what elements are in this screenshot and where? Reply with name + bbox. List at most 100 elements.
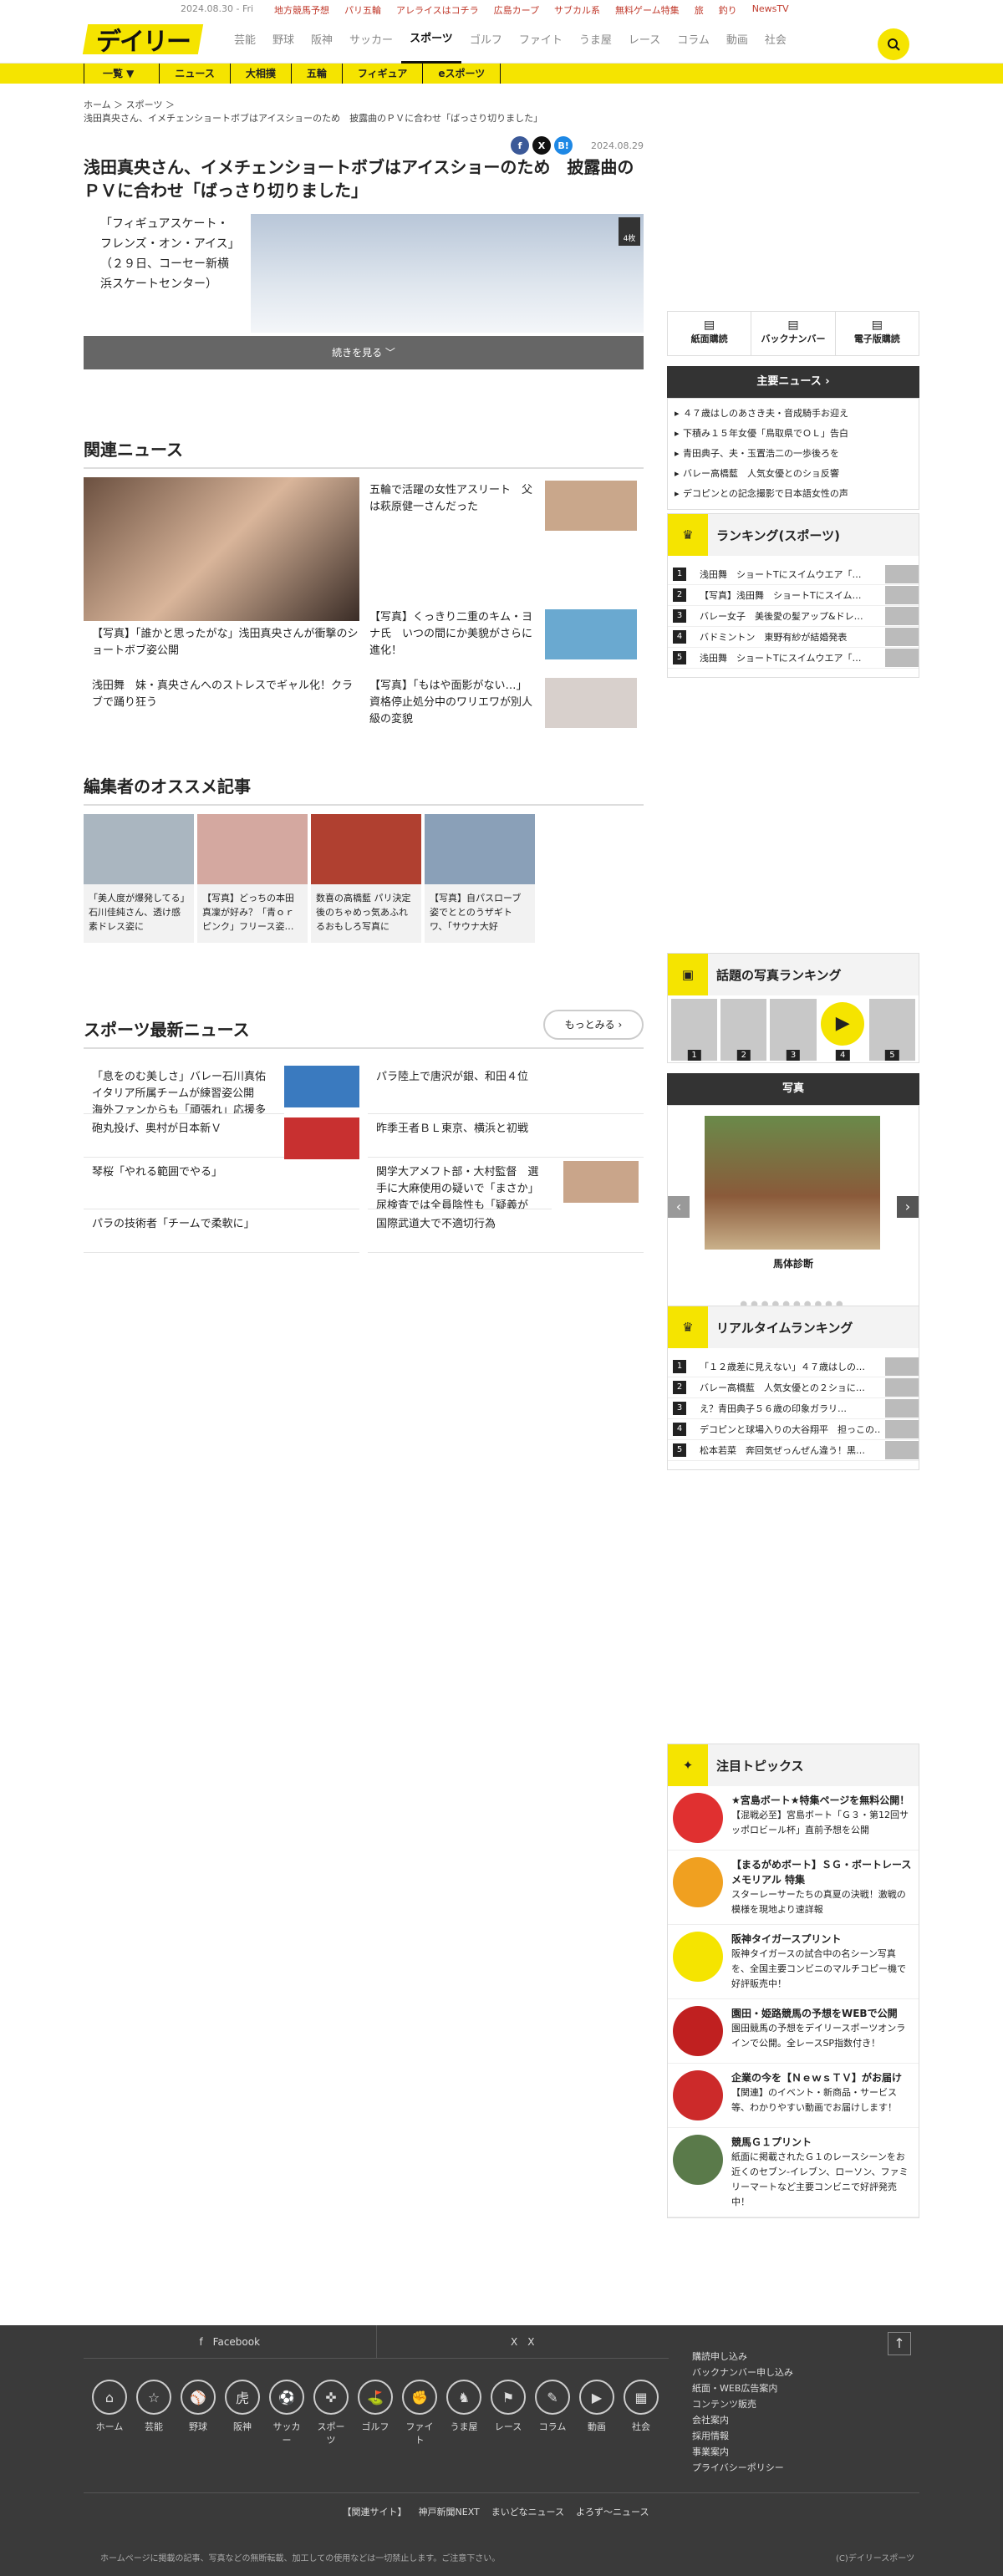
footer-nav-item[interactable]: ⌂ ホーム bbox=[92, 2380, 127, 2446]
news-item[interactable]: 「息をのむ美しさ」バレー石川真佑 イタリア所属チームが練習姿公開 海外ファンから… bbox=[84, 1062, 284, 1114]
related-site-link[interactable]: まいどなニュース bbox=[491, 2507, 564, 2517]
footer-link[interactable]: 採用情報 bbox=[692, 2428, 793, 2444]
main-news-item[interactable]: デコピンとの記念撮影で日本語女性の声 bbox=[668, 484, 919, 504]
news-item[interactable]: 砲丸投げ、奥村が日本新Ｖ bbox=[84, 1114, 284, 1158]
topic-item[interactable]: 企業の今を【ＮｅｗｓＴＶ】がお届け 【関連】のイベント・新商品・サービス等、わかり… bbox=[668, 2064, 919, 2128]
news-thumb[interactable] bbox=[284, 1066, 359, 1107]
nav-item[interactable]: レース bbox=[620, 18, 669, 64]
nav-item[interactable]: 動画 bbox=[718, 18, 756, 64]
main-news-item[interactable]: 下積み１５年女優「鳥取県でＯＬ」告白 bbox=[668, 424, 919, 444]
recommend-card[interactable]: 【写真】自パスローブ姿でととのうザギトワ、「サウナ大好 bbox=[425, 814, 535, 943]
related-item[interactable]: 【写真】くっきり二重のキム・ヨナ氏 いつの間にか美貌がさらに進化！ bbox=[369, 609, 537, 659]
news-item[interactable]: 琴桜「やれる範囲でやる」 bbox=[84, 1158, 359, 1209]
main-news-item[interactable]: バレー高橋藍 人気女優とのショ反響 bbox=[668, 464, 919, 484]
topic-item[interactable]: 競馬Ｇ１プリント 紙面に掲載されたＧ１のレースシーンをお近くのセブン-イレブン、ロ… bbox=[668, 2128, 919, 2217]
page-top-icon[interactable]: ↑ bbox=[888, 2332, 911, 2355]
ranking-item[interactable]: 3 バレー女子 美後愛の髪アップ&ドレ… bbox=[668, 606, 919, 627]
topic-item[interactable]: 阪神タイガースプリント 阪神タイガースの試合中の名シーン写真を、全国主要コンビニの… bbox=[668, 1925, 919, 1999]
subscribe-button[interactable]: ▤ 電子版購読 bbox=[834, 312, 919, 355]
related-thumb[interactable] bbox=[545, 678, 637, 728]
main-news-item[interactable]: 青田典子、夫・玉置浩二の一歩後ろを bbox=[668, 444, 919, 464]
nav-item[interactable]: コラム bbox=[669, 18, 718, 64]
footer-nav-item[interactable]: ▦ 社会 bbox=[624, 2380, 659, 2446]
site-logo[interactable]: デイリー bbox=[82, 24, 204, 57]
photo-rank-item[interactable]: 2 bbox=[720, 999, 767, 1061]
nav-item[interactable]: サッカー bbox=[341, 18, 401, 64]
top-link[interactable]: 旅 bbox=[695, 3, 704, 17]
related-site-link[interactable]: よろず〜ニュース bbox=[576, 2507, 649, 2517]
footer-nav-item[interactable]: ✜ スポーツ bbox=[313, 2380, 349, 2446]
nav-item[interactable]: 阪神 bbox=[303, 18, 341, 64]
recommend-card[interactable]: 【写真】どっちの本田真凜が好み？「青ｏｒピンク」フリース姿… bbox=[197, 814, 308, 943]
news-item[interactable]: 国際武道大で不適切行為 bbox=[368, 1209, 644, 1253]
top-link[interactable]: NewsTV bbox=[752, 3, 789, 17]
nav-item[interactable]: スポーツ bbox=[401, 18, 461, 64]
related-item[interactable]: 【写真】「誰かと思ったがな」浅田真央さんが衝撃のショートボブ姿公開 bbox=[92, 626, 359, 659]
related-item[interactable]: 【写真】「もはや面影がない…」資格停止処分中のワリエワが別人級の変貌 bbox=[369, 678, 537, 728]
read-more-button[interactable]: 続きを見る ﹀ bbox=[84, 336, 644, 369]
recommend-card[interactable]: 「美人度が爆発してる」石川佳純さん、透け感素ドレス姿に bbox=[84, 814, 194, 943]
breadcrumb-category[interactable]: スポーツ bbox=[126, 99, 163, 110]
article-photo[interactable]: 4枚 bbox=[251, 214, 644, 333]
footer-nav-item[interactable]: ☆ 芸能 bbox=[136, 2380, 171, 2446]
footer-link[interactable]: バックナンバー申し込み bbox=[692, 2365, 793, 2380]
footer-link[interactable]: プライバシーポリシー bbox=[692, 2460, 793, 2476]
top-link[interactable]: 無料ゲーム特集 bbox=[615, 3, 680, 17]
facebook-share-icon[interactable]: f bbox=[511, 136, 530, 155]
subscribe-button[interactable]: ▤ バックナンバー bbox=[751, 312, 834, 355]
x-link[interactable]: X X bbox=[375, 2325, 670, 2358]
related-thumb[interactable] bbox=[545, 481, 637, 531]
topic-item[interactable]: ★宮島ボート★特集ページを無料公開！ 【混戦必至】宮島ボート「Ｇ３・第12回サッポ… bbox=[668, 1786, 919, 1851]
top-link[interactable]: 広島カープ bbox=[494, 3, 539, 17]
ranking-item[interactable]: 2 【写真】浅田舞 ショートTにスイム… bbox=[668, 585, 919, 606]
footer-link[interactable]: 事業案内 bbox=[692, 2444, 793, 2460]
related-item[interactable]: 浅田舞 妹・真央さんへのストレスでギャル化！クラブで踊り狂う bbox=[92, 678, 359, 711]
news-item[interactable]: パラ陸上で唐沢が銀、和田４位 bbox=[368, 1062, 644, 1114]
top-link[interactable]: パリ五輪 bbox=[344, 3, 381, 17]
footer-nav-item[interactable]: ✊ ファイト bbox=[402, 2380, 437, 2446]
search-button[interactable] bbox=[878, 28, 909, 60]
photo-rank-item[interactable]: 1 bbox=[671, 999, 718, 1061]
top-link[interactable]: サブカル系 bbox=[554, 3, 600, 17]
topic-item[interactable]: 園田・姫路競馬の予想をWEBで公開 園田競馬の予想をデイリースポーツオンラインで公… bbox=[668, 1999, 919, 2064]
play-icon[interactable]: ▶ bbox=[821, 1002, 865, 1046]
footer-nav-item[interactable]: 虎阪神 bbox=[225, 2380, 260, 2446]
subnav-item[interactable]: 一覧 ▼ bbox=[84, 64, 159, 84]
subscribe-button[interactable]: ▤ 紙面購読 bbox=[668, 312, 751, 355]
footer-link[interactable]: 購読申し込み bbox=[692, 2349, 793, 2365]
footer-nav-item[interactable]: ⚽ サッカー bbox=[269, 2380, 304, 2446]
footer-link[interactable]: 紙面・WEB広告案内 bbox=[692, 2380, 793, 2396]
news-thumb[interactable] bbox=[284, 1117, 359, 1159]
nav-item[interactable]: 芸能 bbox=[226, 18, 264, 64]
prev-arrow-icon[interactable]: ‹ bbox=[668, 1196, 690, 1218]
news-item[interactable]: 昨季王者ＢＬ東京、横浜と初戦 bbox=[368, 1114, 644, 1158]
horse-photo[interactable] bbox=[705, 1116, 880, 1250]
related-site-link[interactable]: 神戸新聞NEXT bbox=[419, 2507, 480, 2517]
subnav-item[interactable]: 五輪 bbox=[290, 64, 342, 84]
news-item[interactable]: 関学大アメフト部・大村監督 選手に大麻使用の疑いで「まさか」 尿検査では全員陰性… bbox=[368, 1158, 552, 1209]
footer-nav-item[interactable]: ⚑ レース bbox=[491, 2380, 526, 2446]
ranking-item[interactable]: 4 バドミントン 東野有紗が結婚発表 bbox=[668, 627, 919, 648]
related-item[interactable]: 五輪で活躍の女性アスリート 父は萩原健一さんだった bbox=[369, 482, 537, 516]
photo-rank-item[interactable]: 5 bbox=[868, 999, 916, 1061]
top-link[interactable]: 地方競馬予想 bbox=[274, 3, 329, 17]
subnav-item[interactable]: 大相撲 bbox=[229, 64, 291, 84]
nav-item[interactable]: 社会 bbox=[756, 18, 795, 64]
photo-rank-item[interactable]: 3 bbox=[770, 999, 817, 1061]
photo-rank-item[interactable]: ▶ 4 bbox=[819, 999, 866, 1061]
footer-nav-item[interactable]: ▶ 動画 bbox=[579, 2380, 614, 2446]
top-link[interactable]: 釣り bbox=[719, 3, 737, 17]
footer-nav-item[interactable]: ⚾ 野球 bbox=[181, 2380, 216, 2446]
nav-item[interactable]: ゴルフ bbox=[461, 18, 511, 64]
more-button[interactable]: もっとみる › bbox=[543, 1010, 644, 1040]
main-news-item[interactable]: ４７歳はしのあさき夫・音成騎手お迎え bbox=[668, 404, 919, 424]
subnav-item[interactable]: フィギュア bbox=[341, 64, 423, 84]
breadcrumb-home[interactable]: ホーム bbox=[84, 99, 111, 110]
x-share-icon[interactable]: X bbox=[532, 136, 552, 155]
news-item[interactable]: パラの技術者「チームで柔軟に」 bbox=[84, 1209, 359, 1253]
subnav-item[interactable]: ニュース bbox=[159, 64, 229, 84]
footer-link[interactable]: 会社案内 bbox=[692, 2412, 793, 2428]
nav-item[interactable]: うま屋 bbox=[571, 18, 620, 64]
ranking-item[interactable]: 2 バレー高橋藍 人気女優との２ショに… bbox=[668, 1377, 919, 1398]
hatena-share-icon[interactable]: B! bbox=[554, 136, 573, 155]
